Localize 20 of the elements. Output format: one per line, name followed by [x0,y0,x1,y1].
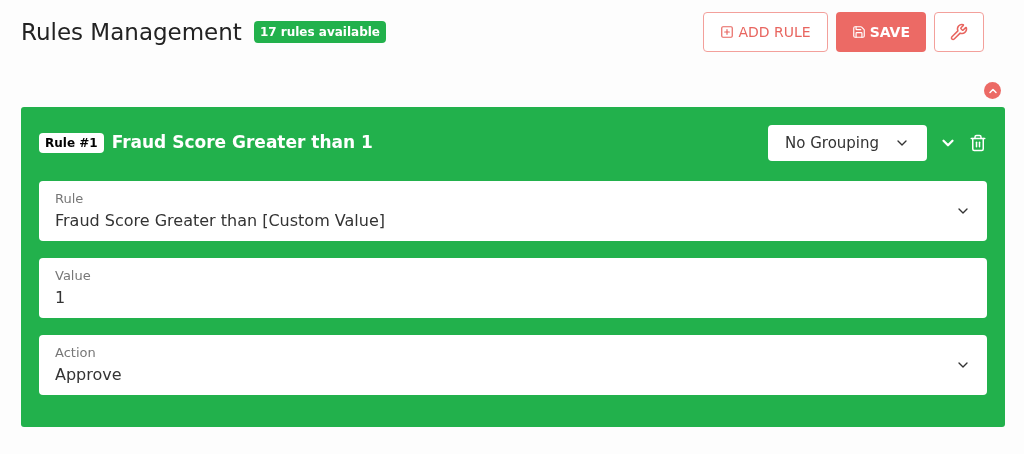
field-label: Value [55,267,91,286]
page-title: Rules Management [21,17,242,47]
field-label: Action [55,344,97,363]
input-field[interactable]: Value 1 [39,258,987,318]
grouping-dropdown[interactable]: No Grouping [768,125,927,161]
tools-button[interactable] [934,12,984,52]
wrench-icon [950,23,968,41]
delete-icon[interactable] [969,134,987,152]
rule-number-tag: Rule #1 [39,133,104,153]
field-label: Rule [55,190,85,209]
field-value: Approve [55,363,122,386]
field-value: Fraud Score Greater than [Custom Value] [55,209,385,232]
rules-count-badge: 17 rules available [253,21,386,43]
select-field[interactable]: Action Approve [39,335,987,395]
plus-icon [720,25,735,39]
collapse-all-button[interactable] [984,82,1001,99]
select-field[interactable]: Rule Fraud Score Greater than [Custom Value] [39,181,987,241]
rule-title: Fraud Score Greater than 1 [111,131,373,155]
save-icon [851,25,866,39]
field-value: 1 [55,286,67,309]
